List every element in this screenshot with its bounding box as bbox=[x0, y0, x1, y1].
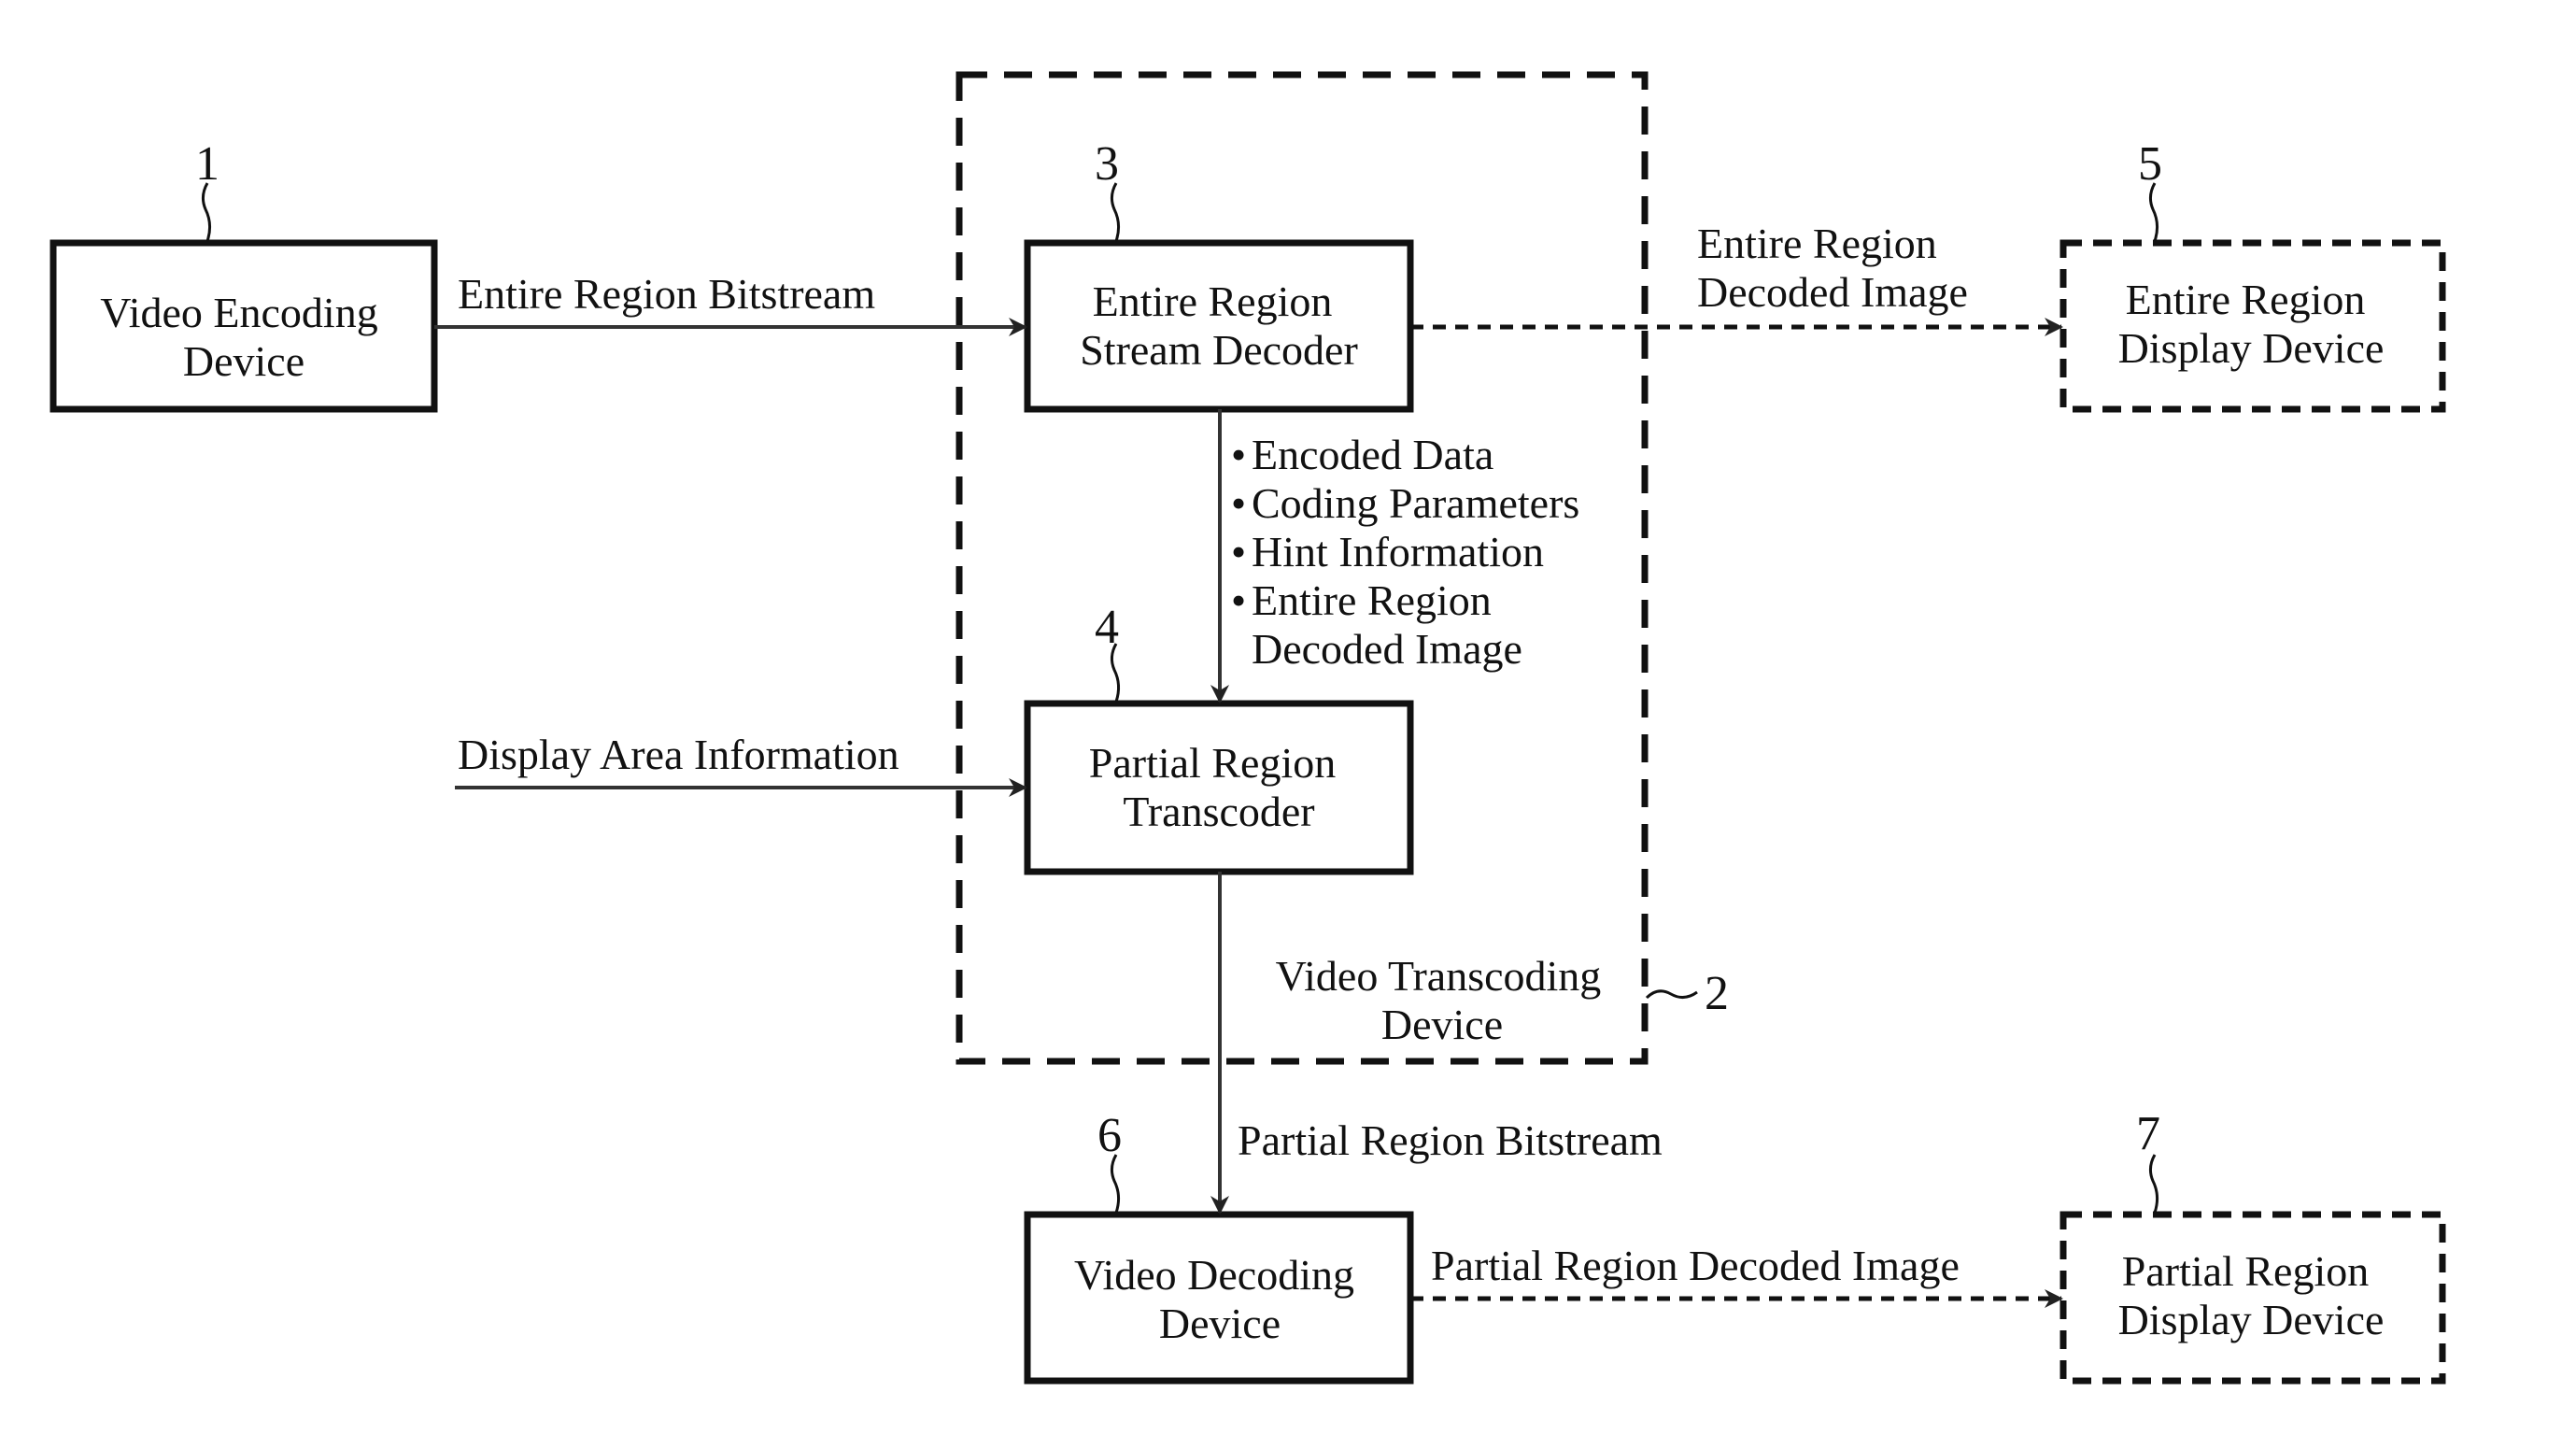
partial-region-display-device: Partial Region Display Device 7 bbox=[2059, 1107, 2446, 1385]
label-partial-region-bitstream: Partial Region Bitstream bbox=[1238, 1116, 1663, 1164]
video-encoding-device: Video Encoding Device 1 bbox=[50, 137, 438, 413]
video-encoding-device-label-line1: Video Encoding bbox=[100, 289, 377, 336]
edge-entire-region-bitstream: Entire Region Bitstream bbox=[434, 270, 1027, 336]
label-entire-region-bitstream: Entire Region Bitstream bbox=[458, 270, 875, 318]
label-display-area-information: Display Area Information bbox=[458, 731, 899, 778]
entire-region-stream-decoder: Entire Region Stream Decoder 3 bbox=[1024, 137, 1414, 413]
partial-region-transcoder-label-line2: Transcoder bbox=[1123, 788, 1314, 835]
block-diagram: Video Transcoding Device 2 Video Encodin… bbox=[50, 71, 2446, 1385]
entire-region-stream-decoder-label-line2: Stream Decoder bbox=[1080, 326, 1358, 374]
bullet-icon: • bbox=[1231, 576, 1246, 624]
edge-decoder-to-transcoder: • Encoded Data • Coding Parameters • Hin… bbox=[1210, 409, 1579, 703]
ref-number-6: 6 bbox=[1097, 1109, 1122, 1162]
leader-line-2 bbox=[1645, 989, 1698, 1000]
video-transcoding-device-label-line2: Device bbox=[1381, 1001, 1503, 1048]
video-encoding-device-label-line2: Device bbox=[183, 337, 304, 385]
partial-region-display-device-label-line2: Display Device bbox=[2118, 1296, 2385, 1343]
entire-region-display-device-label-line1: Entire Region bbox=[2126, 276, 2366, 323]
entire-region-display-device: Entire Region Display Device 5 bbox=[2059, 137, 2446, 413]
leader-line-3 bbox=[1110, 182, 1121, 242]
transfer-items-list: • Encoded Data • Coding Parameters • Hin… bbox=[1231, 431, 1579, 673]
partial-region-display-device-label-line1: Partial Region bbox=[2122, 1247, 2369, 1295]
ref-number-3: 3 bbox=[1095, 137, 1119, 191]
edge-partial-region-decoded-image: Partial Region Decoded Image bbox=[1410, 1242, 2063, 1308]
video-transcoding-device-label-line1: Video Transcoding bbox=[1276, 952, 1602, 1000]
entire-region-display-device-label-line2: Display Device bbox=[2118, 324, 2385, 372]
transfer-item: Encoded Data bbox=[1252, 431, 1493, 478]
ref-number-5: 5 bbox=[2138, 137, 2162, 191]
transfer-item-continuation: Decoded Image bbox=[1252, 625, 1522, 673]
leader-line-6 bbox=[1110, 1154, 1121, 1214]
edge-entire-region-decoded-image: Entire Region Decoded Image bbox=[1410, 220, 2063, 336]
transfer-item: Entire Region bbox=[1252, 576, 1492, 624]
ref-number-4: 4 bbox=[1095, 601, 1119, 654]
transfer-item: Hint Information bbox=[1252, 528, 1544, 575]
bullet-icon: • bbox=[1231, 431, 1246, 478]
entire-region-stream-decoder-label-line1: Entire Region bbox=[1093, 277, 1333, 325]
leader-line-7 bbox=[2148, 1154, 2159, 1214]
label-partial-region-decoded-image: Partial Region Decoded Image bbox=[1431, 1242, 1960, 1289]
bullet-icon: • bbox=[1231, 528, 1246, 575]
ref-number-1: 1 bbox=[195, 137, 219, 191]
label-entire-region-decoded-image-line2: Decoded Image bbox=[1697, 268, 1968, 316]
bullet-icon: • bbox=[1231, 479, 1246, 527]
ref-number-7: 7 bbox=[2136, 1107, 2160, 1160]
edge-display-area-information: Display Area Information bbox=[455, 731, 1027, 797]
ref-number-2: 2 bbox=[1705, 967, 1729, 1020]
partial-region-transcoder-label-line1: Partial Region bbox=[1089, 739, 1336, 787]
video-decoding-device-label-line2: Device bbox=[1159, 1300, 1281, 1347]
leader-line-5 bbox=[2148, 182, 2159, 242]
video-decoding-device-label-line1: Video Decoding bbox=[1074, 1251, 1354, 1299]
transfer-item: Coding Parameters bbox=[1252, 479, 1579, 527]
label-entire-region-decoded-image-line1: Entire Region bbox=[1697, 220, 1937, 267]
leader-line-1 bbox=[201, 182, 212, 242]
